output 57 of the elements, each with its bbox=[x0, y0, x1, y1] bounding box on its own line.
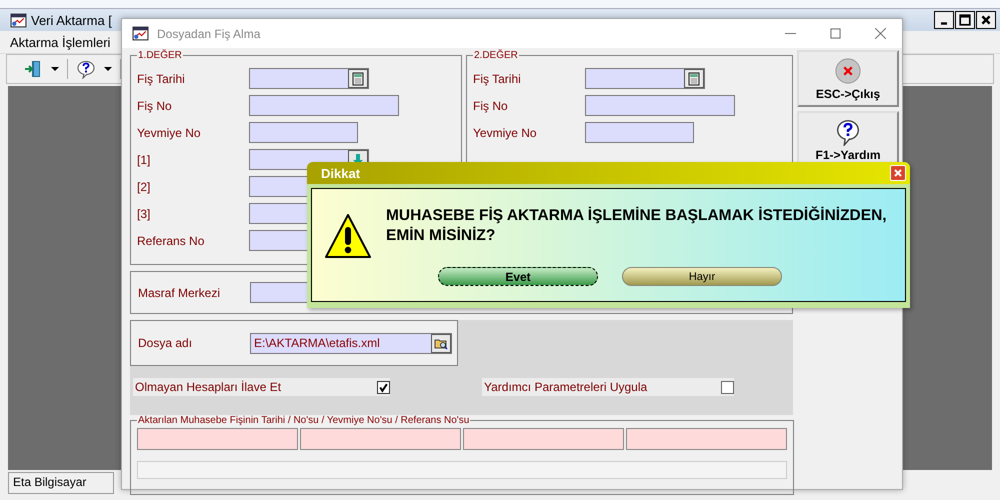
input-field[interactable] bbox=[249, 122, 358, 143]
close-icon bbox=[834, 56, 862, 84]
checkbox[interactable] bbox=[721, 380, 734, 394]
folder-button[interactable] bbox=[431, 334, 451, 352]
input-field[interactable] bbox=[249, 95, 399, 116]
option-row[interactable]: Olmayan Hesapları İlave Et bbox=[133, 378, 390, 396]
field-label: [2] bbox=[137, 180, 152, 194]
field-label: [3] bbox=[137, 206, 152, 220]
calendar-icon bbox=[687, 72, 701, 86]
input-field[interactable] bbox=[249, 68, 369, 89]
dialog-button[interactable]: Evet bbox=[438, 267, 598, 286]
help-icon bbox=[834, 118, 862, 146]
field-label: Fiş No bbox=[137, 98, 173, 112]
dialog-title: Dosyadan Fiş Alma bbox=[157, 26, 262, 40]
calendar-button[interactable] bbox=[348, 69, 368, 88]
window-app-icon bbox=[132, 26, 149, 41]
dialog-title: Dikkat bbox=[321, 166, 360, 180]
caret-icon[interactable] bbox=[104, 67, 112, 71]
option-row[interactable]: Yardımcı Parametreleri Uygula bbox=[482, 378, 734, 396]
alert-message: EMİN MİSİNİZ? bbox=[386, 226, 496, 246]
caret-icon[interactable] bbox=[51, 67, 59, 71]
group-title: 2.DEĞER bbox=[473, 50, 519, 61]
status-panel: Eta Bilgisayar bbox=[8, 472, 114, 494]
calendar-button[interactable] bbox=[684, 69, 704, 88]
field-label: Masraf Merkezi bbox=[138, 286, 222, 300]
group-title: Aktarılan Muhasebe Fişinin Tarihi / No'su / Yevmiye No'su / Referans No'su bbox=[137, 415, 470, 426]
minimize-icon bbox=[941, 22, 947, 25]
input-field[interactable] bbox=[585, 122, 694, 143]
checkbox[interactable] bbox=[377, 380, 390, 394]
field-label: Dosya adı bbox=[138, 336, 194, 350]
calendar-icon bbox=[351, 72, 365, 86]
exit-button[interactable]: ESC->Çıkış bbox=[797, 50, 899, 107]
file-path-field[interactable]: E:\AKTARMA\etafis.xml bbox=[250, 332, 452, 354]
exit-door-icon[interactable] bbox=[23, 59, 43, 79]
group-title: 1.DEĞER bbox=[137, 50, 183, 61]
input-field[interactable] bbox=[585, 68, 705, 89]
close-button[interactable] bbox=[976, 11, 996, 29]
field-label: [1] bbox=[137, 152, 152, 166]
close-icon bbox=[893, 168, 903, 178]
field-label: Yevmiye No bbox=[473, 126, 538, 140]
alert-message: MUHASEBE FİŞ AKTARMA İŞLEMİNE BAŞLAMAK İSTEDİĞİNİZDEN, bbox=[386, 206, 887, 226]
close-icon bbox=[979, 14, 993, 26]
input-field[interactable] bbox=[585, 95, 735, 116]
field-label: Fiş Tarihi bbox=[473, 72, 522, 86]
field-label: Yevmiye No bbox=[137, 126, 202, 140]
dialog-button[interactable]: Hayır bbox=[622, 267, 782, 286]
window-title: Veri Aktarma [ bbox=[31, 12, 113, 28]
field-label: Fiş No bbox=[473, 98, 509, 112]
warning-icon bbox=[324, 213, 372, 259]
maximize-button[interactable] bbox=[955, 11, 975, 29]
window-app-icon bbox=[10, 12, 27, 28]
field-label: Referans No bbox=[137, 234, 206, 248]
maximize-icon bbox=[958, 14, 972, 26]
minimize-button[interactable] bbox=[934, 11, 954, 29]
field-label: Fiş Tarihi bbox=[137, 72, 186, 86]
menu-item[interactable]: Aktarma İşlemleri bbox=[10, 34, 110, 50]
help-icon[interactable] bbox=[76, 59, 96, 79]
